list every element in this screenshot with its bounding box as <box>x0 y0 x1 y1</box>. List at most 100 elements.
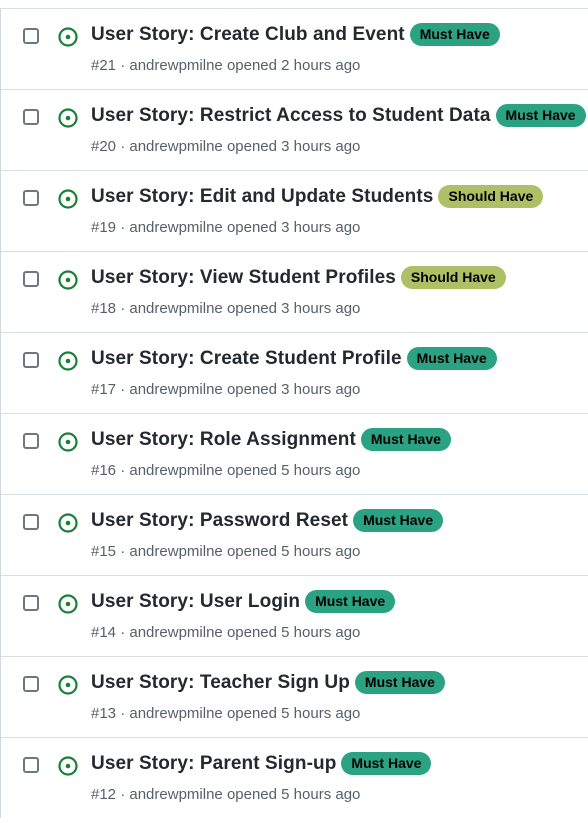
select-checkbox[interactable] <box>23 352 39 368</box>
select-checkbox[interactable] <box>23 190 39 206</box>
issue-number: #17 <box>91 381 117 398</box>
priority-label[interactable]: Must Have <box>360 428 451 451</box>
opened-time: opened 5 hours ago <box>226 705 361 722</box>
select-checkbox[interactable] <box>23 757 39 773</box>
issue-number: #15 <box>91 543 117 560</box>
issue-title-link[interactable]: User Story: Role Assignment <box>91 429 356 451</box>
select-checkbox[interactable] <box>23 109 39 125</box>
select-checkbox[interactable] <box>23 595 39 611</box>
issue-number: #16 <box>91 462 117 479</box>
issue-number: #21 <box>91 57 117 74</box>
issue-row[interactable]: User Story: View Student Profiles Should… <box>1 251 588 332</box>
issue-meta: #16 · andrewpmilne opened 5 hours ago <box>91 462 360 479</box>
meta-separator: · <box>120 57 130 74</box>
opened-time: opened 3 hours ago <box>226 381 361 398</box>
opened-time: opened 5 hours ago <box>226 462 361 479</box>
issue-row[interactable]: User Story: User Login Must Have #14 · a… <box>1 575 588 656</box>
meta-separator: · <box>120 705 130 722</box>
issue-number: #13 <box>91 705 117 722</box>
issue-title-link[interactable]: User Story: Create Club and Event <box>91 24 405 46</box>
select-checkbox[interactable] <box>23 28 39 44</box>
issue-row[interactable]: User Story: Edit and Update Students Sho… <box>1 170 588 251</box>
issue-number: #14 <box>91 624 117 641</box>
issue-list: User Story: Create Club and Event Must H… <box>0 8 588 818</box>
issue-title-link[interactable]: User Story: Password Reset <box>91 510 348 532</box>
issue-row[interactable]: User Story: Restrict Access to Student D… <box>1 89 588 170</box>
meta-separator: · <box>120 624 130 641</box>
issue-row[interactable]: User Story: Create Club and Event Must H… <box>1 8 588 89</box>
title-line: User Story: View Student Profiles Should… <box>91 266 506 289</box>
author-link[interactable]: andrewpmilne <box>129 705 227 722</box>
issue-meta: #20 · andrewpmilne opened 3 hours ago <box>91 138 360 155</box>
priority-label[interactable]: Must Have <box>495 104 586 127</box>
issue-title-link[interactable]: User Story: Edit and Update Students <box>91 186 433 208</box>
meta-separator: · <box>120 462 130 479</box>
title-line: User Story: Parent Sign-up Must Have <box>91 752 432 775</box>
issue-number: #18 <box>91 300 117 317</box>
issue-row[interactable]: User Story: Create Student Profile Must … <box>1 332 588 413</box>
meta-separator: · <box>120 300 130 317</box>
title-line: User Story: Edit and Update Students Sho… <box>91 185 544 208</box>
title-line: User Story: Password Reset Must Have <box>91 509 444 532</box>
issue-meta: #14 · andrewpmilne opened 5 hours ago <box>91 624 360 641</box>
priority-label[interactable]: Must Have <box>406 347 497 370</box>
author-link[interactable]: andrewpmilne <box>129 462 227 479</box>
issue-meta: #17 · andrewpmilne opened 3 hours ago <box>91 381 360 398</box>
author-link[interactable]: andrewpmilne <box>129 381 227 398</box>
select-checkbox[interactable] <box>23 271 39 287</box>
issue-meta: #12 · andrewpmilne opened 5 hours ago <box>91 786 360 803</box>
issue-title-link[interactable]: User Story: Restrict Access to Student D… <box>91 105 491 127</box>
author-link[interactable]: andrewpmilne <box>129 624 227 641</box>
issue-meta: #19 · andrewpmilne opened 3 hours ago <box>91 219 360 236</box>
author-link[interactable]: andrewpmilne <box>129 138 227 155</box>
issue-title-link[interactable]: User Story: Parent Sign-up <box>91 753 336 775</box>
title-line: User Story: Create Club and Event Must H… <box>91 23 500 46</box>
issue-open-icon <box>58 432 78 452</box>
priority-label[interactable]: Must Have <box>305 590 396 613</box>
opened-time: opened 3 hours ago <box>226 300 361 317</box>
issue-row[interactable]: User Story: Parent Sign-up Must Have #12… <box>1 737 588 818</box>
title-line: User Story: Restrict Access to Student D… <box>91 104 586 127</box>
title-line: User Story: User Login Must Have <box>91 590 396 613</box>
meta-separator: · <box>120 138 130 155</box>
issue-open-icon <box>58 189 78 209</box>
priority-label[interactable]: Should Have <box>438 185 544 208</box>
opened-time: opened 5 hours ago <box>226 543 361 560</box>
issue-title-link[interactable]: User Story: User Login <box>91 591 300 613</box>
issue-open-icon <box>58 594 78 614</box>
issue-row[interactable]: User Story: Role Assignment Must Have #1… <box>1 413 588 494</box>
select-checkbox[interactable] <box>23 433 39 449</box>
opened-time: opened 5 hours ago <box>226 786 361 803</box>
issue-number: #20 <box>91 138 117 155</box>
author-link[interactable]: andrewpmilne <box>129 57 227 74</box>
issue-row[interactable]: User Story: Teacher Sign Up Must Have #1… <box>1 656 588 737</box>
issue-meta: #15 · andrewpmilne opened 5 hours ago <box>91 543 360 560</box>
title-line: User Story: Create Student Profile Must … <box>91 347 497 370</box>
issue-row[interactable]: User Story: Password Reset Must Have #15… <box>1 494 588 575</box>
author-link[interactable]: andrewpmilne <box>129 219 227 236</box>
opened-time: opened 3 hours ago <box>226 138 361 155</box>
priority-label[interactable]: Must Have <box>353 509 444 532</box>
priority-label[interactable]: Must Have <box>341 752 432 775</box>
meta-separator: · <box>120 786 130 803</box>
issue-title-link[interactable]: User Story: Create Student Profile <box>91 348 402 370</box>
issue-meta: #18 · andrewpmilne opened 3 hours ago <box>91 300 360 317</box>
issue-meta: #21 · andrewpmilne opened 2 hours ago <box>91 57 360 74</box>
meta-separator: · <box>120 543 130 560</box>
author-link[interactable]: andrewpmilne <box>129 300 227 317</box>
select-checkbox[interactable] <box>23 514 39 530</box>
opened-time: opened 2 hours ago <box>226 57 361 74</box>
issue-title-link[interactable]: User Story: View Student Profiles <box>91 267 396 289</box>
priority-label[interactable]: Must Have <box>354 671 445 694</box>
priority-label[interactable]: Should Have <box>400 266 506 289</box>
issue-title-link[interactable]: User Story: Teacher Sign Up <box>91 672 350 694</box>
select-checkbox[interactable] <box>23 676 39 692</box>
issue-open-icon <box>58 675 78 695</box>
issue-open-icon <box>58 351 78 371</box>
opened-time: opened 5 hours ago <box>226 624 361 641</box>
author-link[interactable]: andrewpmilne <box>129 543 227 560</box>
author-link[interactable]: andrewpmilne <box>129 786 227 803</box>
issue-open-icon <box>58 513 78 533</box>
priority-label[interactable]: Must Have <box>409 23 500 46</box>
issue-open-icon <box>58 756 78 776</box>
